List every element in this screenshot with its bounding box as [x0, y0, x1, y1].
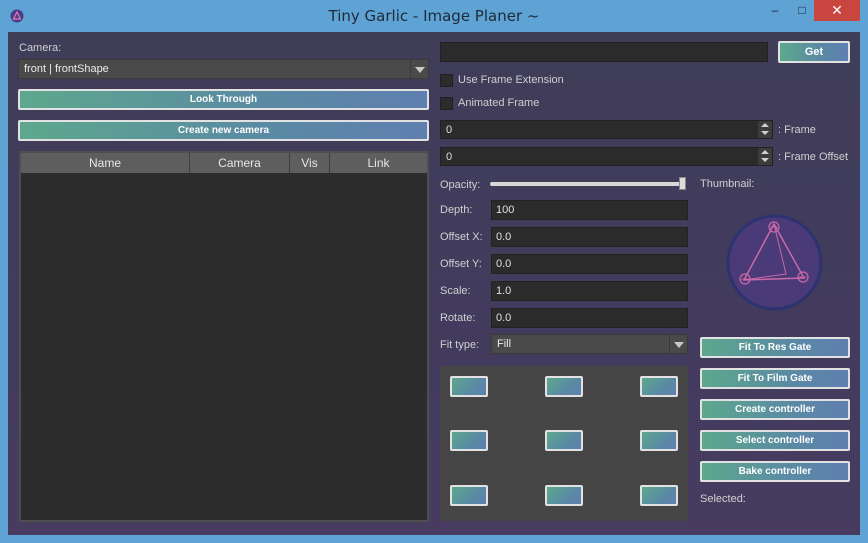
alignment-grid — [440, 366, 688, 521]
thumbnail-preview-icon — [726, 214, 823, 311]
spin-down-icon[interactable] — [758, 129, 772, 138]
app-window: Tiny Garlic - Image Planer ~ – □ ✕ Camer… — [0, 0, 868, 543]
camera-table[interactable]: Name Camera Vis Link — [19, 151, 429, 522]
table-header: Name Camera Vis Link — [21, 153, 427, 173]
frame-offset-spinbox[interactable]: 0 — [440, 147, 773, 166]
create-camera-button[interactable]: Create new camera — [18, 120, 429, 141]
image-path-input[interactable] — [440, 42, 768, 62]
offset-x-field[interactable]: 0.0 — [491, 227, 688, 247]
fit-type-select-value: Fill — [497, 338, 512, 350]
depth-field[interactable]: 100 — [491, 200, 688, 220]
thumbnail-label: Thumbnail: — [700, 178, 755, 190]
use-frame-extension-label: Use Frame Extension — [458, 74, 564, 86]
offset-x-label: Offset X: — [440, 231, 483, 243]
align-top-left-button[interactable] — [450, 376, 488, 397]
column-header-vis[interactable]: Vis — [290, 153, 330, 173]
rotate-label: Rotate: — [440, 312, 476, 324]
animated-frame-label: Animated Frame — [458, 97, 540, 109]
column-header-name[interactable]: Name — [21, 153, 190, 173]
column-header-camera[interactable]: Camera — [190, 153, 290, 173]
rotate-field[interactable]: 0.0 — [491, 308, 688, 328]
fit-type-select[interactable]: Fill — [491, 334, 688, 354]
title-bar[interactable]: Tiny Garlic - Image Planer ~ – □ ✕ — [0, 0, 868, 32]
chevron-down-icon — [669, 335, 687, 353]
align-top-right-button[interactable] — [640, 376, 678, 397]
bake-controller-button[interactable]: Bake controller — [700, 461, 850, 482]
frame-offset-value: 0 — [446, 151, 453, 163]
align-bottom-center-button[interactable] — [545, 485, 583, 506]
frame-label: : Frame — [778, 124, 816, 136]
close-button[interactable]: ✕ — [814, 0, 860, 21]
camera-select-value: front | frontShape — [24, 63, 109, 75]
select-controller-button[interactable]: Select controller — [700, 430, 850, 451]
scale-field[interactable]: 1.0 — [491, 281, 688, 301]
fit-res-gate-button[interactable]: Fit To Res Gate — [700, 337, 850, 358]
offset-y-label: Offset Y: — [440, 258, 482, 270]
frame-value: 0 — [446, 124, 453, 136]
frame-spinbox[interactable]: 0 — [440, 120, 773, 139]
chevron-down-icon — [410, 60, 428, 78]
selected-label: Selected: — [700, 493, 746, 505]
align-middle-left-button[interactable] — [450, 430, 488, 451]
align-middle-right-button[interactable] — [640, 430, 678, 451]
spin-down-icon[interactable] — [758, 156, 772, 165]
opacity-label: Opacity: — [440, 179, 481, 191]
create-controller-button[interactable]: Create controller — [700, 399, 850, 420]
align-top-center-button[interactable] — [545, 376, 583, 397]
frame-offset-label: : Frame Offset — [778, 151, 849, 163]
align-bottom-right-button[interactable] — [640, 485, 678, 506]
scale-label: Scale: — [440, 285, 471, 297]
depth-label: Depth: — [440, 204, 473, 216]
offset-y-field[interactable]: 0.0 — [491, 254, 688, 274]
align-middle-center-button[interactable] — [545, 430, 583, 451]
look-through-button[interactable]: Look Through — [18, 89, 429, 110]
get-button[interactable]: Get — [778, 41, 850, 63]
minimize-button[interactable]: – — [763, 0, 787, 21]
opacity-slider[interactable] — [490, 182, 686, 186]
opacity-slider-handle[interactable] — [679, 177, 686, 190]
align-bottom-left-button[interactable] — [450, 485, 488, 506]
window-title: Tiny Garlic - Image Planer ~ — [328, 7, 540, 25]
camera-select[interactable]: front | frontShape — [18, 59, 429, 79]
fit-film-gate-button[interactable]: Fit To Film Gate — [700, 368, 850, 389]
fit-type-label: Fit type: — [440, 339, 480, 351]
animated-frame-checkbox[interactable] — [440, 97, 453, 110]
maximize-button[interactable]: □ — [790, 0, 814, 21]
use-frame-extension-checkbox[interactable] — [440, 74, 453, 87]
camera-label: Camera: — [19, 42, 62, 54]
column-header-link[interactable]: Link — [330, 153, 427, 173]
main-panel: Camera: front | frontShape Look Through … — [8, 32, 860, 535]
